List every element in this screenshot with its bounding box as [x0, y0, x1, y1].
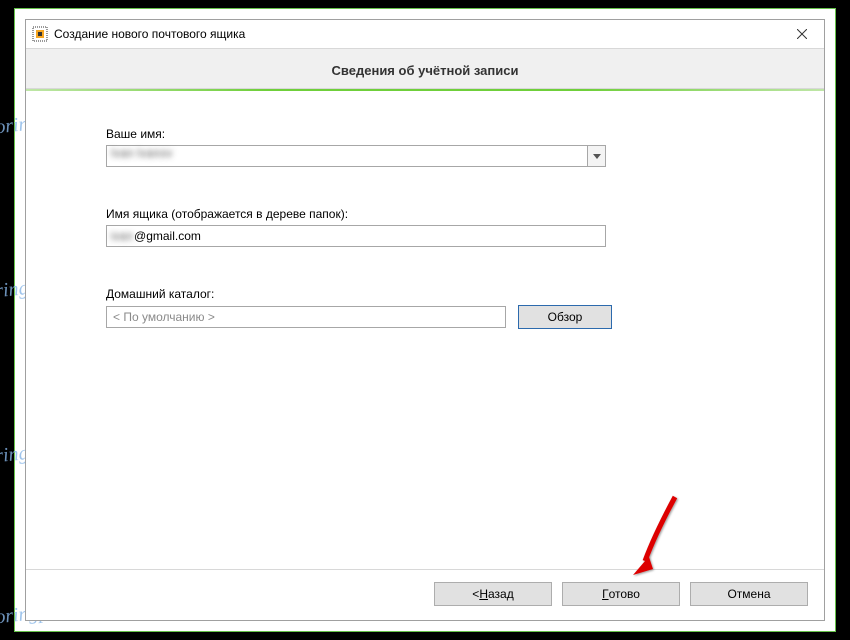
window-title: Создание нового почтового ящика: [54, 27, 780, 41]
home-label: Домашний каталог:: [106, 287, 744, 301]
wizard-footer: < Назад Готово Отмена: [26, 569, 824, 620]
close-icon: [797, 29, 807, 39]
close-button[interactable]: [780, 20, 824, 48]
cancel-button[interactable]: Отмена: [690, 582, 808, 606]
chevron-down-icon: [593, 154, 601, 159]
name-label: Ваше имя:: [106, 127, 744, 141]
name-dropdown-button[interactable]: [587, 146, 605, 166]
wizard-heading: Сведения об учётной записи: [26, 63, 824, 78]
finish-button-suffix: отово: [609, 587, 640, 601]
mailbox-value-prefix: ivan: [111, 229, 133, 243]
back-button-hotkey: Н: [479, 587, 488, 601]
mailbox-label: Имя ящика (отображается в дереве папок):: [106, 207, 744, 221]
app-icon: [32, 26, 48, 42]
back-button-prefix: <: [472, 587, 479, 601]
mailbox-input[interactable]: ivan@gmail.com: [106, 225, 606, 247]
dialog-window: Создание нового почтового ящика Сведения…: [25, 19, 825, 621]
mailbox-value-suffix: @gmail.com: [134, 229, 201, 243]
browse-button[interactable]: Обзор: [518, 305, 612, 329]
wizard-content: Ваше имя: Ivan Ivanov Имя ящика (отображ…: [26, 91, 824, 569]
back-button[interactable]: < Назад: [434, 582, 552, 606]
titlebar: Создание нового почтового ящика: [26, 20, 824, 48]
back-button-suffix: азад: [488, 587, 514, 601]
wizard-header: Сведения об учётной записи: [26, 48, 824, 89]
name-combo[interactable]: Ivan Ivanov: [106, 145, 606, 167]
home-input[interactable]: < По умолчанию >: [106, 306, 506, 328]
name-input[interactable]: Ivan Ivanov: [107, 146, 587, 166]
finish-button[interactable]: Готово: [562, 582, 680, 606]
